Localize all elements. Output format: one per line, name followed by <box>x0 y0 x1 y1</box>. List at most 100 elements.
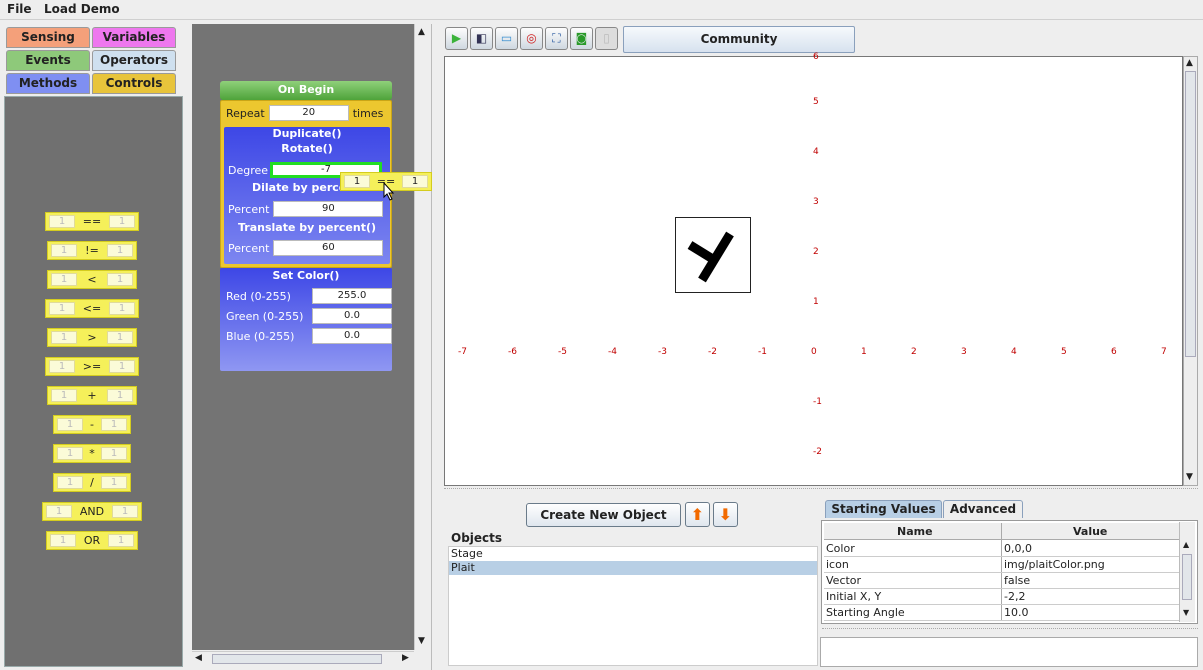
props-scroll-up-icon[interactable]: ▲ <box>1183 540 1189 549</box>
horizontal-scroll-thumb[interactable] <box>212 654 382 664</box>
stage-canvas[interactable]: 6 5 4 3 2 1 -1 -2 -7 -6 -5 -4 -3 -2 -1 0 1 2 3 4 5 6 7 <box>444 52 1183 486</box>
operand-b[interactable]: 1 <box>109 302 135 315</box>
plait-sprite[interactable] <box>675 217 751 293</box>
operand-a[interactable]: 1 <box>344 175 370 188</box>
operand-a[interactable]: 1 <box>46 505 72 518</box>
script-vertical-scrollbar[interactable]: ▲ ▼ <box>414 24 428 650</box>
scroll-down-icon[interactable]: ▼ <box>418 636 425 646</box>
prop-value[interactable]: false <box>1004 573 1030 588</box>
green-field[interactable]: 0.0 <box>312 308 392 324</box>
operand-a[interactable]: 1 <box>50 534 76 547</box>
target-icon[interactable]: ◎ <box>520 27 543 50</box>
operator-block-div[interactable]: 1 / 1 <box>53 473 131 492</box>
tab-controls[interactable]: Controls <box>92 73 176 94</box>
operator-block-neq[interactable]: 1 != 1 <box>47 241 137 260</box>
properties-scrollbar[interactable]: ▲ ▼ <box>1179 522 1195 622</box>
operator-block-add[interactable]: 1 +1 <box>47 386 137 405</box>
props-divider[interactable] <box>822 628 1198 634</box>
scroll-left-icon[interactable]: ◀ <box>195 653 202 663</box>
repeat-count-field[interactable]: 20 <box>268 105 349 121</box>
tab-advanced[interactable]: Advanced <box>943 500 1023 518</box>
stage-vertical-scrollbar[interactable]: ▲ ▼ <box>1183 56 1198 486</box>
tab-variables[interactable]: Variables <box>92 27 176 48</box>
stage-scroll-down-icon[interactable]: ▼ <box>1186 472 1193 482</box>
props-scroll-down-icon[interactable]: ▼ <box>1183 608 1189 617</box>
operand-b[interactable]: 1 <box>109 360 135 373</box>
dilate-percent-field[interactable]: 90 <box>273 201 384 217</box>
prop-value[interactable]: -2,2 <box>1004 589 1025 604</box>
operand-a[interactable]: 1 <box>51 273 77 286</box>
table-row[interactable]: Color 0,0,0 <box>824 541 1179 557</box>
blue-field[interactable]: 0.0 <box>312 328 392 344</box>
tab-methods[interactable]: Methods <box>6 73 90 94</box>
menu-file[interactable]: File <box>7 2 32 16</box>
operator-block-gt[interactable]: 1 >1 <box>47 328 137 347</box>
camera-icon[interactable]: ◙ <box>570 27 593 50</box>
operand-b[interactable]: 1 <box>109 215 135 228</box>
operand-a[interactable]: 1 <box>57 447 83 460</box>
tab-sensing[interactable]: Sensing <box>6 27 90 48</box>
object-item-plait[interactable]: Plait <box>449 561 817 575</box>
on-begin-block[interactable]: On Begin <box>220 81 392 100</box>
prop-value[interactable]: img/plaitColor.png <box>1004 557 1105 572</box>
table-row[interactable]: Vector false <box>824 573 1179 589</box>
menu-load-demo[interactable]: Load Demo <box>44 2 120 16</box>
operator-block-lte[interactable]: 1 <= 1 <box>45 299 139 318</box>
operand-a[interactable]: 1 <box>57 476 83 489</box>
operand-a[interactable]: 1 <box>57 418 83 431</box>
scroll-right-icon[interactable]: ▶ <box>402 653 409 663</box>
operand-b[interactable]: 1 <box>107 331 133 344</box>
rotate-block[interactable]: Rotate() <box>224 142 390 156</box>
operand-b[interactable]: 1 <box>101 476 127 489</box>
operand-b[interactable]: 1 <box>101 447 127 460</box>
operand-a[interactable]: 1 <box>49 302 75 315</box>
objects-list[interactable]: Stage Plait <box>448 546 818 666</box>
operand-b[interactable]: 1 <box>101 418 127 431</box>
operand-b[interactable]: 1 <box>107 244 133 257</box>
tab-events[interactable]: Events <box>6 50 90 71</box>
operand-b[interactable]: 1 <box>107 273 133 286</box>
table-row[interactable]: Initial X, Y -2,2 <box>824 589 1179 605</box>
operand-a[interactable]: 1 <box>49 215 75 228</box>
object-item-stage[interactable]: Stage <box>449 547 817 561</box>
prop-value[interactable]: 10.0 <box>1004 605 1029 620</box>
operand-a[interactable]: 1 <box>51 244 77 257</box>
stage-scroll-up-icon[interactable]: ▲ <box>1186 58 1193 68</box>
operand-a[interactable]: 1 <box>51 331 77 344</box>
operand-b[interactable]: 1 <box>402 175 428 188</box>
create-new-object-button[interactable]: Create New Object <box>526 503 681 527</box>
move-up-icon[interactable]: ⬆ <box>685 502 710 527</box>
operator-block-or[interactable]: 1 OR 1 <box>46 531 138 550</box>
tab-operators[interactable]: Operators <box>92 50 176 71</box>
operand-b[interactable]: 1 <box>107 389 133 402</box>
script-horizontal-scrollbar[interactable]: ◀ ▶ <box>192 651 414 666</box>
stage-scroll-thumb[interactable] <box>1185 71 1196 357</box>
props-scroll-thumb[interactable] <box>1182 554 1192 600</box>
translate-percent-field[interactable]: 60 <box>273 240 384 256</box>
stage-image-icon[interactable]: ▭ <box>495 27 518 50</box>
operator-block-gte[interactable]: 1 >= 1 <box>45 357 139 376</box>
prop-value[interactable]: 0,0,0 <box>1004 541 1032 556</box>
operand-b[interactable]: 1 <box>108 534 134 547</box>
red-field[interactable]: 255.0 <box>312 288 392 304</box>
operator-block-sub[interactable]: 1-1 <box>53 415 131 434</box>
play-icon[interactable]: ▶ <box>445 27 468 50</box>
script-canvas[interactable]: On Begin Repeat 20 times Duplicate() Rot… <box>192 24 414 650</box>
move-down-icon[interactable]: ⬇ <box>713 502 738 527</box>
table-row[interactable]: Starting Angle 10.0 <box>824 605 1179 621</box>
fullscreen-icon[interactable]: ⛶ <box>545 27 568 50</box>
table-row[interactable]: icon img/plaitColor.png <box>824 557 1179 573</box>
split-divider[interactable] <box>444 488 1198 496</box>
operator-block-lt[interactable]: 1 <1 <box>47 270 137 289</box>
community-button[interactable]: Community <box>623 26 855 53</box>
scroll-up-icon[interactable]: ▲ <box>418 27 425 37</box>
translate-block[interactable]: Translate by percent() <box>224 221 390 235</box>
operator-block-mul[interactable]: 1 * 1 <box>53 444 131 463</box>
duplicate-block[interactable]: Duplicate() <box>224 127 390 141</box>
eraser-icon[interactable]: ◧ <box>470 27 493 50</box>
operand-a[interactable]: 1 <box>51 389 77 402</box>
panel-divider[interactable] <box>431 24 439 670</box>
script-stack[interactable]: On Begin Repeat 20 times Duplicate() Rot… <box>220 81 392 371</box>
operand-a[interactable]: 1 <box>49 360 75 373</box>
tab-starting-values[interactable]: Starting Values <box>825 500 942 518</box>
